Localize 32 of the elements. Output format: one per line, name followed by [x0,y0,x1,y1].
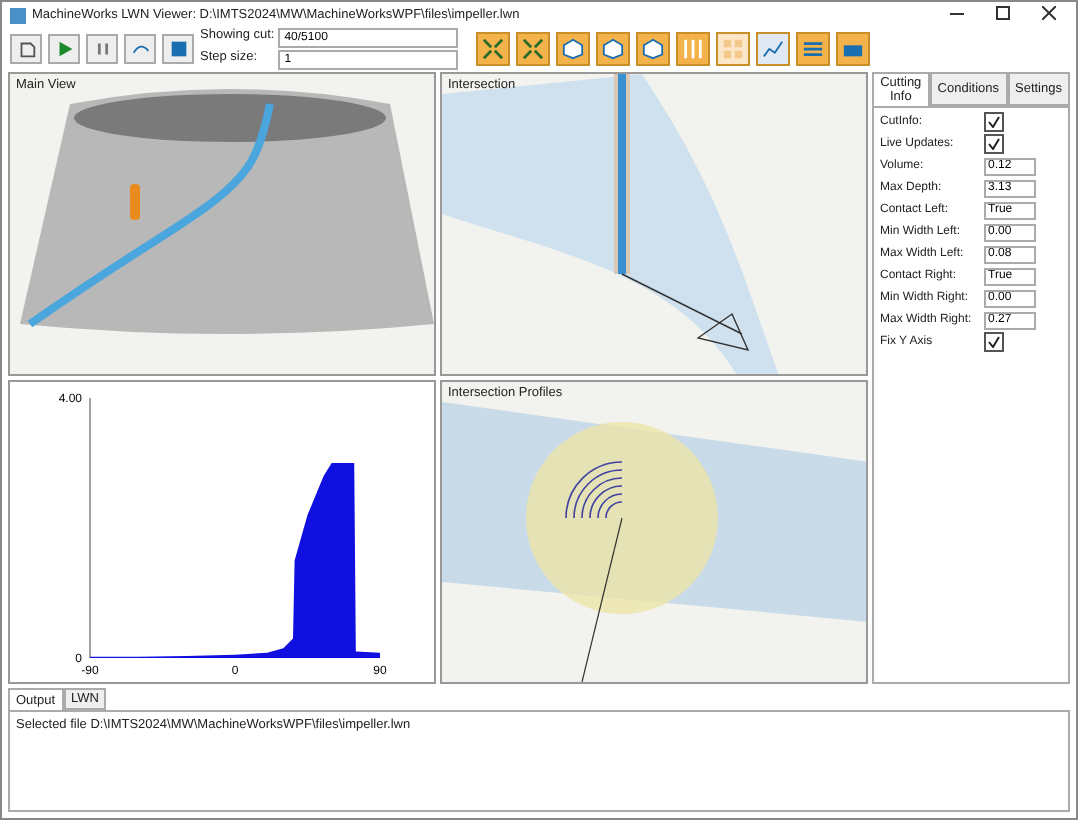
save-button[interactable] [162,33,194,63]
checkbox[interactable] [984,134,1004,154]
columns-view-button[interactable] [676,31,711,65]
camera-button[interactable] [836,31,871,65]
reset-button[interactable] [10,33,42,63]
app-icon [10,7,26,23]
cube-icon [642,37,665,59]
cube-icon [602,37,625,59]
close-icon [1041,6,1055,20]
save-icon [167,37,189,59]
grid-icon [722,37,745,59]
arrows-icon [522,37,545,59]
maximize-icon [995,6,1009,20]
pause-button[interactable] [86,33,118,63]
shrink-view-button[interactable] [516,31,551,65]
step-button[interactable] [124,33,156,63]
grid-view-button[interactable] [716,31,751,65]
page-icon [15,37,37,59]
expand-view-button[interactable] [476,31,511,65]
columns-icon [682,37,705,59]
arrows-icon [482,37,505,59]
chart-icon [762,37,785,59]
play-button[interactable] [48,33,80,63]
cube-view-button[interactable] [636,31,671,65]
cube-view-button[interactable] [556,31,591,65]
layers-icon [802,37,825,59]
checkbox[interactable] [984,112,1004,132]
checkbox[interactable] [984,332,1004,352]
layers-button[interactable] [796,31,831,65]
chart-button[interactable] [756,31,791,65]
cube-view-button[interactable] [596,31,631,65]
cube-icon [562,37,585,59]
